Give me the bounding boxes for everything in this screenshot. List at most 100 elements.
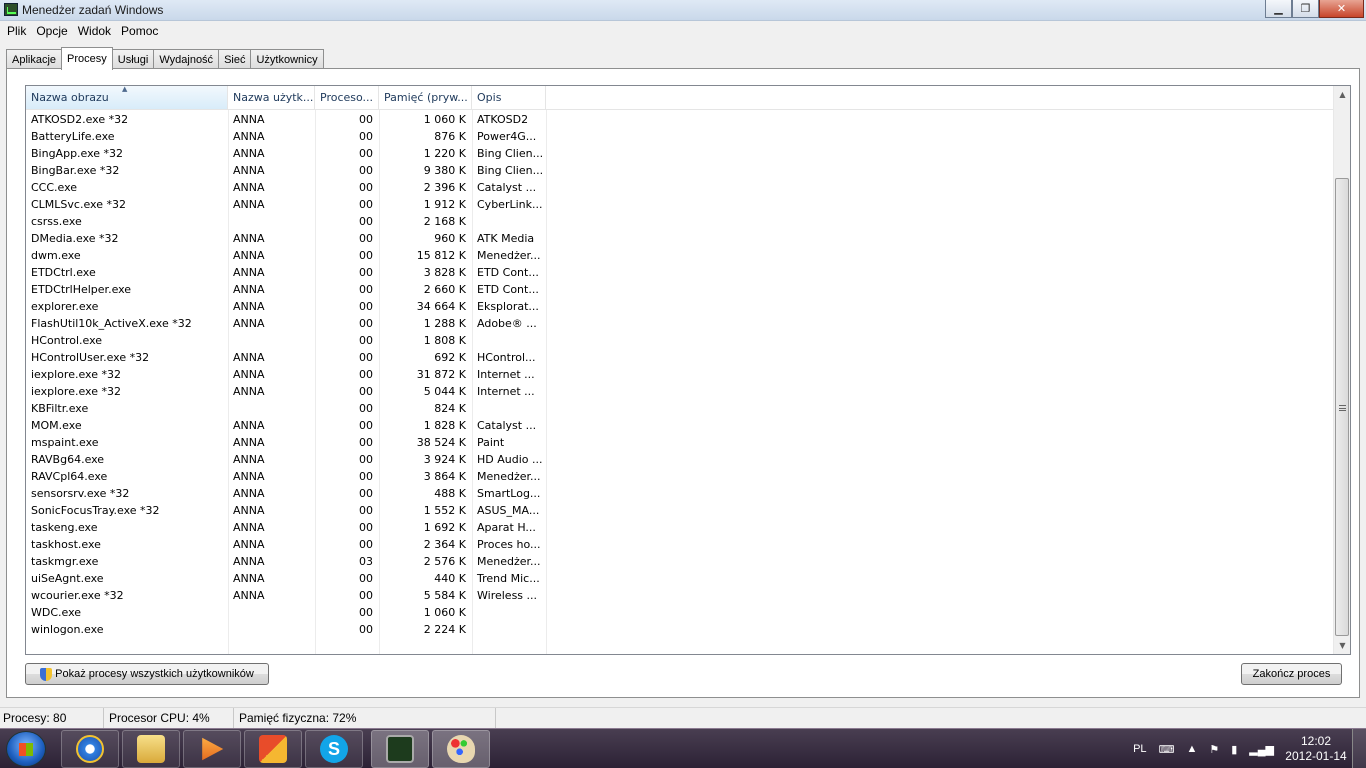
table-row[interactable]: ETDCtrl.exe ANNA 00 3 828 K ETD Cont...	[26, 264, 1333, 281]
end-process-button[interactable]: Zakończ proces	[1241, 663, 1342, 685]
tab-wydajnosc[interactable]: Wydajność	[153, 49, 220, 69]
tab-procesy[interactable]: Procesy	[61, 47, 113, 70]
taskbar: S PL ⌨ ▲ ⚑ ▮ ▂▄▆ 12:02 2012-01-14	[0, 728, 1366, 768]
scroll-down-arrow-icon[interactable]: ▼	[1334, 637, 1350, 654]
show-all-processes-button[interactable]: Pokaż procesy wszystkich użytkowników	[25, 663, 269, 685]
column-header-description[interactable]: Opis	[472, 86, 546, 109]
keyboard-icon[interactable]: ⌨	[1159, 743, 1175, 756]
description-cell	[472, 213, 546, 230]
cpu-cell: 00	[359, 453, 373, 466]
table-row[interactable]: ETDCtrlHelper.exe ANNA 00 2 660 K ETD Cont..…	[26, 281, 1333, 298]
table-row[interactable]: SonicFocusTray.exe *32 ANNA 00 1 552 K ASUS_…	[26, 502, 1333, 519]
clock-date: 2012-01-14	[1285, 749, 1347, 763]
tab-aplikacje[interactable]: Aplikacje	[6, 49, 63, 69]
cpu-cell: 00	[359, 181, 373, 194]
vertical-scrollbar[interactable]: ▲ ▼	[1333, 86, 1350, 654]
table-row[interactable]: BatteryLife.exe ANNA 00 876 K Power4G...	[26, 128, 1333, 145]
cpu-cell: 00	[359, 266, 373, 279]
table-row[interactable]: mspaint.exe ANNA 00 38 524 K Paint	[26, 434, 1333, 451]
table-row[interactable]: CCC.exe ANNA 00 2 396 K Catalyst ...	[26, 179, 1333, 196]
table-row[interactable]: csrss.exe 00 2 168 K	[26, 213, 1333, 230]
table-row[interactable]: WDC.exe 00 1 060 K	[26, 604, 1333, 621]
table-row[interactable]: CLMLSvc.exe *32 ANNA 00 1 912 K CyberLink...	[26, 196, 1333, 213]
process-name-cell: RAVBg64.exe	[31, 453, 105, 466]
language-indicator[interactable]: PL	[1133, 743, 1146, 755]
clock[interactable]: 12:02 2012-01-14	[1280, 734, 1352, 764]
table-row[interactable]: winlogon.exe 00 2 224 K	[26, 621, 1333, 638]
table-row[interactable]: DMedia.exe *32 ANNA 00 960 K ATK Media	[26, 230, 1333, 247]
table-row[interactable]: BingBar.exe *32 ANNA 00 9 380 K Bing Clien..…	[26, 162, 1333, 179]
table-row[interactable]: wcourier.exe *32 ANNA 00 5 584 K Wireless ..…	[26, 587, 1333, 604]
column-header-cpu[interactable]: Proceso...	[315, 86, 379, 109]
column-header-memory[interactable]: Pamięć (pryw...	[379, 86, 472, 109]
memory-cell: 2 364 K	[423, 538, 466, 551]
taskbar-task-manager[interactable]	[371, 730, 429, 768]
taskbar-app-installer[interactable]	[244, 730, 302, 768]
taskbar-windows-explorer[interactable]	[122, 730, 180, 768]
table-row[interactable]: dwm.exe ANNA 00 15 812 K Menedżer...	[26, 247, 1333, 264]
maximize-button[interactable]: ❐	[1292, 0, 1319, 18]
close-button[interactable]: ✕	[1319, 0, 1364, 18]
process-name-cell: uiSeAgnt.exe	[31, 572, 104, 585]
table-row[interactable]: FlashUtil10k_ActiveX.exe *32 ANNA 00 1 288 …	[26, 315, 1333, 332]
table-row[interactable]: uiSeAgnt.exe ANNA 00 440 K Trend Mic...	[26, 570, 1333, 587]
table-row[interactable]: taskmgr.exe ANNA 03 2 576 K Menedżer...	[26, 553, 1333, 570]
scroll-up-arrow-icon[interactable]: ▲	[1334, 86, 1350, 103]
table-row[interactable]: KBFiltr.exe 00 824 K	[26, 400, 1333, 417]
scrollbar-thumb[interactable]	[1335, 178, 1349, 636]
table-row[interactable]: taskeng.exe ANNA 00 1 692 K Aparat H...	[26, 519, 1333, 536]
cpu-cell: 00	[359, 300, 373, 313]
cpu-cell: 00	[359, 249, 373, 262]
table-row[interactable]: HControlUser.exe *32 ANNA 00 692 K HControl.…	[26, 349, 1333, 366]
process-list[interactable]: ▲ Nazwa obrazu Nazwa użytk... Proceso...…	[25, 85, 1351, 655]
tab-uzytkownicy[interactable]: Użytkownicy	[250, 49, 324, 69]
table-row[interactable]: sensorsrv.exe *32 ANNA 00 488 K SmartLog...	[26, 485, 1333, 502]
process-name-cell: mspaint.exe	[31, 436, 99, 449]
user-name-cell: ANNA	[233, 164, 265, 177]
window-controls: ▁ ❐ ✕	[1265, 0, 1364, 19]
show-desktop-button[interactable]	[1352, 729, 1366, 768]
show-hidden-icons-icon[interactable]: ▲	[1186, 743, 1197, 755]
table-row[interactable]: BingApp.exe *32 ANNA 00 1 220 K Bing Clien..…	[26, 145, 1333, 162]
table-row[interactable]: iexplore.exe *32 ANNA 00 5 044 K Internet ..…	[26, 383, 1333, 400]
table-row[interactable]: taskhost.exe ANNA 00 2 364 K Proces ho...	[26, 536, 1333, 553]
process-name-cell: winlogon.exe	[31, 623, 104, 636]
start-button[interactable]	[6, 731, 46, 767]
action-center-flag-icon[interactable]: ⚑	[1209, 743, 1219, 756]
task-manager-app-icon[interactable]	[4, 3, 18, 16]
taskbar-paint[interactable]	[432, 730, 490, 768]
description-cell: Eksplorat...	[477, 300, 539, 313]
title-bar[interactable]: Menedżer zadań Windows ▁ ❐ ✕	[0, 0, 1366, 21]
description-cell: HControl...	[477, 351, 536, 364]
table-row[interactable]: HControl.exe 00 1 808 K	[26, 332, 1333, 349]
menu-opcje[interactable]: Opcje	[31, 24, 72, 38]
media-player-icon	[202, 737, 224, 761]
user-name-cell: ANNA	[233, 521, 265, 534]
process-name-cell: KBFiltr.exe	[31, 402, 89, 415]
table-row[interactable]: RAVCpl64.exe ANNA 00 3 864 K Menedżer...	[26, 468, 1333, 485]
column-header-user-name[interactable]: Nazwa użytk...	[228, 86, 315, 109]
table-row[interactable]: iexplore.exe *32 ANNA 00 31 872 K Internet .…	[26, 366, 1333, 383]
network-signal-icon[interactable]: ▂▄▆	[1249, 743, 1274, 756]
minimize-button[interactable]: ▁	[1265, 0, 1292, 18]
menu-plik[interactable]: Plik	[2, 24, 31, 38]
table-row[interactable]: RAVBg64.exe ANNA 00 3 924 K HD Audio ...	[26, 451, 1333, 468]
battery-icon[interactable]: ▮	[1231, 743, 1237, 756]
menu-pomoc[interactable]: Pomoc	[116, 24, 163, 38]
memory-cell: 5 584 K	[423, 589, 466, 602]
cpu-cell: 00	[359, 130, 373, 143]
menu-widok[interactable]: Widok	[73, 24, 116, 38]
tab-siec[interactable]: Sieć	[218, 49, 252, 69]
taskbar-media-player[interactable]	[183, 730, 241, 768]
memory-cell: 3 864 K	[423, 470, 466, 483]
user-name-cell	[228, 213, 315, 230]
table-row[interactable]: ATKOSD2.exe *32 ANNA 00 1 060 K ATKOSD2	[26, 111, 1333, 128]
taskbar-internet-explorer[interactable]	[61, 730, 119, 768]
user-name-cell: ANNA	[233, 283, 265, 296]
table-row[interactable]: explorer.exe ANNA 00 34 664 K Eksplorat...	[26, 298, 1333, 315]
tab-uslugi[interactable]: Usługi	[111, 49, 155, 69]
column-header-image-name[interactable]: ▲ Nazwa obrazu	[26, 86, 228, 109]
taskbar-skype[interactable]: S	[305, 730, 363, 768]
internet-explorer-icon	[76, 735, 104, 763]
table-row[interactable]: MOM.exe ANNA 00 1 828 K Catalyst ...	[26, 417, 1333, 434]
